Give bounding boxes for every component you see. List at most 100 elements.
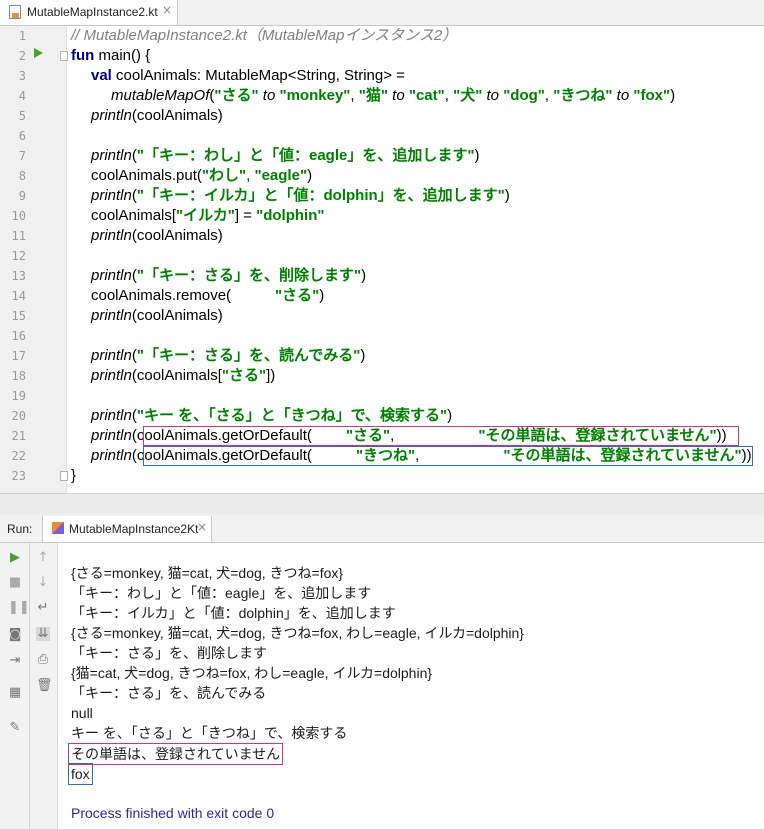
println-call: println <box>91 367 132 384</box>
code-line-23: } <box>71 467 77 484</box>
rerun-icon[interactable]: ▶ <box>8 551 22 565</box>
line-number: 9 <box>18 189 26 203</box>
up-arrow-icon[interactable]: ↑ <box>36 551 50 565</box>
infix-to: to <box>612 87 634 104</box>
highlight-box-pink <box>143 426 739 446</box>
string-literal: "キー を、「さる」と「きつね」で、検索する" <box>136 407 448 424</box>
line-number: 5 <box>18 109 26 123</box>
string-literal: "イルカ" <box>176 207 235 224</box>
code-text: (coolAnimals) <box>131 307 223 324</box>
kotlin-run-icon <box>52 522 64 534</box>
string-literal: "さる" <box>275 287 320 304</box>
line-number: 14 <box>11 289 26 303</box>
code-line-3: val coolAnimals: MutableMap<String, Stri… <box>91 66 405 86</box>
process-exit-message: Process finished with exit code 0 <box>71 805 275 821</box>
code-text: , <box>544 87 554 104</box>
code-text: ) <box>474 147 480 164</box>
line-number: 3 <box>18 69 26 83</box>
line-number: 20 <box>11 409 26 423</box>
editor-tab-bar: MutableMapInstance2.kt × <box>0 0 764 26</box>
output-line-highlighted-blue: fox <box>68 763 93 785</box>
run-toolbar: ▶ ■ ❚❚ ◙ ⇥ ▦ ✎ <box>0 543 30 829</box>
code-line-13: println("「キー：さる」を、削除します") <box>91 266 366 286</box>
exit-icon[interactable]: ⇥ <box>8 654 22 668</box>
file-kotlin-icon <box>9 5 21 19</box>
string-literal: "「キー：イルカ」と「値：dolphin」を、追加します" <box>136 187 505 204</box>
down-arrow-icon[interactable]: ↓ <box>36 576 50 590</box>
output-line: 「キー：さる」を、読んでみる <box>71 685 267 701</box>
code-line-5: println(coolAnimals) <box>91 106 223 126</box>
layout-icon[interactable]: ▦ <box>8 686 22 700</box>
string-literal: "わし" <box>201 167 247 184</box>
code-text: ) <box>319 287 325 304</box>
line-number: 23 <box>11 469 26 483</box>
line-number: 18 <box>11 369 26 383</box>
code-text: (coolAnimals) <box>131 107 223 124</box>
string-literal: "さる" <box>221 367 267 384</box>
code-line-11: println(coolAnimals) <box>91 226 223 246</box>
string-literal: "eagle" <box>254 167 308 184</box>
keyword: fun <box>71 47 95 64</box>
output-line: {さる=monkey, 猫=cat, 犬=dog, きつね=fox, わし=ea… <box>71 625 524 641</box>
output-line: キー を、「さる」と「きつね」で、検索する <box>71 725 348 741</box>
fold-icon[interactable] <box>60 51 68 61</box>
trash-icon[interactable]: 🗑 <box>36 679 53 693</box>
string-literal: "「キー：わし」と「値：eagle」を、追加します" <box>136 147 475 164</box>
soft-wrap-icon[interactable]: ↵ <box>36 601 50 615</box>
code-text: coolAnimals.remove( <box>91 287 232 304</box>
run-panel-header: Run: MutableMapInstance2Kt × <box>0 515 764 543</box>
println-call: println <box>91 427 132 444</box>
code-line-17: println("「キー：さる」を、読んでみる") <box>91 346 365 366</box>
fold-icon[interactable] <box>60 471 68 481</box>
highlight-box-blue <box>143 446 753 466</box>
keyword: val <box>91 67 112 84</box>
code-text: coolAnimals.put( <box>91 167 202 184</box>
scroll-end-icon[interactable]: ⇊ <box>36 627 50 641</box>
code-text: coolAnimals: MutableMap<String, String> … <box>111 67 405 84</box>
string-literal: "犬" <box>453 87 483 104</box>
code-line-18: println(coolAnimals["さる"]) <box>91 366 275 386</box>
line-number: 12 <box>11 249 26 263</box>
code-line-2: fun main() { <box>71 46 150 66</box>
code-line-9: println("「キー：イルカ」と「値：dolphin」を、追加します") <box>91 186 510 206</box>
run-gutter-icon[interactable] <box>34 48 43 58</box>
code-text: ) <box>361 267 367 284</box>
println-call: println <box>91 107 132 124</box>
close-icon[interactable]: × <box>197 520 207 534</box>
stop-icon[interactable]: ■ <box>8 576 22 590</box>
output-line: {猫=cat, 犬=dog, きつね=fox, わし=eagle, イルカ=do… <box>71 665 433 681</box>
console-output[interactable]: {さる=monkey, 猫=cat, 犬=dog, きつね=fox} 「キー：わ… <box>58 543 764 829</box>
line-number: 10 <box>11 209 26 223</box>
line-number: 11 <box>11 229 26 243</box>
run-tab[interactable]: MutableMapInstance2Kt × <box>42 516 212 542</box>
console-toolbar: ↑ ↓ ↵ ⇊ ⎙ 🗑 <box>30 543 58 829</box>
close-icon[interactable]: × <box>162 3 172 17</box>
pin-icon[interactable]: ✎ <box>8 721 22 735</box>
function-name: mutableMapOf <box>111 87 210 104</box>
string-literal: "「キー：さる」を、削除します" <box>136 267 362 284</box>
code-line-8: coolAnimals.put("わし", "eagle") <box>91 166 312 186</box>
panel-divider[interactable] <box>0 493 764 516</box>
code-line-20: println("キー を、「さる」と「きつね」で、検索する") <box>91 406 452 426</box>
line-number: 1 <box>18 29 26 43</box>
line-number: 4 <box>18 89 26 103</box>
println-call: println <box>91 307 132 324</box>
pause-icon[interactable]: ❚❚ <box>8 601 30 615</box>
code-line-1: // MutableMapInstance2.kt（MutableMapインスタ… <box>71 27 458 44</box>
code-text: (coolAnimals) <box>131 227 223 244</box>
code-text: ) <box>447 407 453 424</box>
output-line-highlighted-pink: その単語は、登録されていません <box>68 743 284 765</box>
println-call: println <box>91 227 132 244</box>
println-call: println <box>91 347 132 364</box>
code-text: (coolAnimals[ <box>131 367 222 384</box>
println-call: println <box>91 447 132 464</box>
string-literal: "猫" <box>358 87 388 104</box>
infix-to: to <box>482 87 504 104</box>
code-text: , <box>350 87 359 104</box>
print-icon[interactable]: ⎙ <box>36 653 50 667</box>
infix-to: to <box>387 87 409 104</box>
camera-icon[interactable]: ◙ <box>8 628 22 642</box>
file-tab[interactable]: MutableMapInstance2.kt × <box>0 0 178 25</box>
line-number: 6 <box>18 129 26 143</box>
code-editor[interactable]: 1 2 3 4 5 6 7 8 9 10 11 12 13 14 15 16 1… <box>0 26 764 493</box>
